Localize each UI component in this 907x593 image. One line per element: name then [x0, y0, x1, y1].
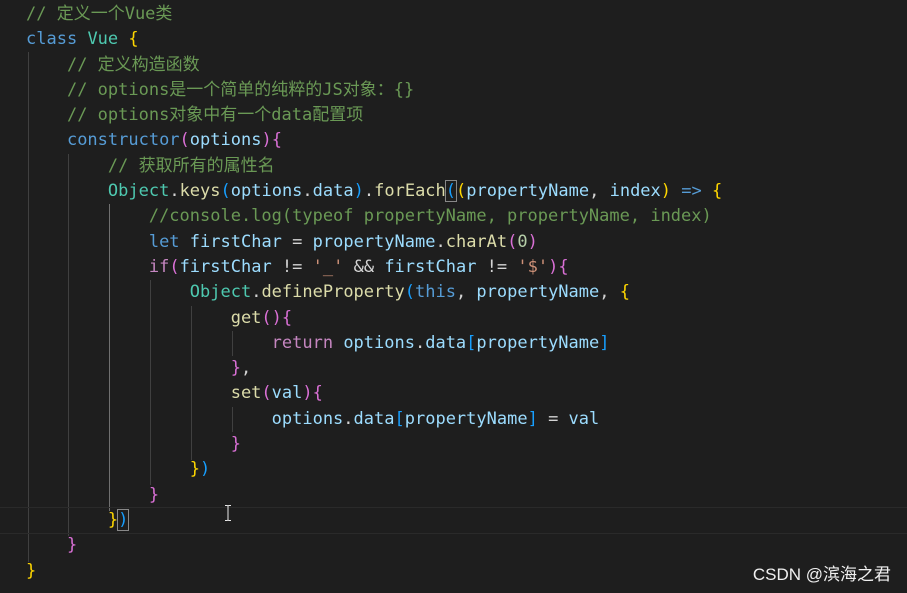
code-line-16: set(val){: [230, 383, 323, 404]
code-line-2: class Vue {: [26, 29, 139, 50]
code-line-9: //console.log(typeof propertyName, prope…: [26, 204, 907, 229]
code-line-21[interactable]: }): [0, 506, 907, 535]
code-line-19: }): [189, 459, 211, 480]
comment: // 获取所有的属性名: [107, 155, 275, 176]
code-line-8: Object.keys(options.data).forEach((prope…: [107, 180, 723, 203]
code-line-3: // 定义构造函数: [26, 53, 907, 78]
comment: // 定义构造函数: [66, 54, 200, 75]
watermark: CSDN @滨海之君: [752, 565, 891, 584]
code-line-6: constructor(options){: [66, 130, 282, 151]
code-line-4: // options是一个简单的纯粹的JS对象：{}: [26, 78, 907, 103]
code-line-11: if(firstChar != '_' && firstChar != '$')…: [148, 256, 569, 277]
class-name: Vue: [87, 29, 119, 50]
comment: // options是一个简单的纯粹的JS对象：{}: [66, 79, 415, 100]
code-line-20: }: [148, 484, 160, 505]
comment: // 定义一个Vue类: [26, 4, 173, 24]
code-line-15: },: [230, 358, 252, 379]
code-line-12: Object.defineProperty(this, propertyName…: [189, 282, 630, 303]
code-line-7: // 获取所有的属性名: [26, 154, 907, 179]
code-line-17: options.data[propertyName] = val: [271, 408, 600, 429]
code-line-13: get(){: [230, 307, 293, 328]
code-line-10: let firstChar = propertyName.charAt(0): [148, 231, 538, 252]
editor-gutter: [0, 0, 24, 593]
comment: // options对象中有一个data配置项: [66, 105, 364, 126]
code-area[interactable]: // 定义一个Vue类 class Vue { // 定义构造函数 // opt…: [0, 2, 907, 584]
code-line-5: // options对象中有一个data配置项: [26, 103, 907, 128]
code-editor[interactable]: // 定义一个Vue类 class Vue { // 定义构造函数 // opt…: [0, 0, 907, 593]
code-line-14: return options.data[propertyName]: [271, 332, 610, 353]
code-line-22: }: [66, 535, 78, 556]
keyword: class: [26, 29, 78, 50]
code-line-1: // 定义一个Vue类: [26, 2, 907, 27]
code-line-18: }: [230, 434, 241, 455]
comment: //console.log(typeof propertyName, prope…: [148, 206, 712, 227]
i-beam-cursor-icon: [225, 505, 231, 521]
